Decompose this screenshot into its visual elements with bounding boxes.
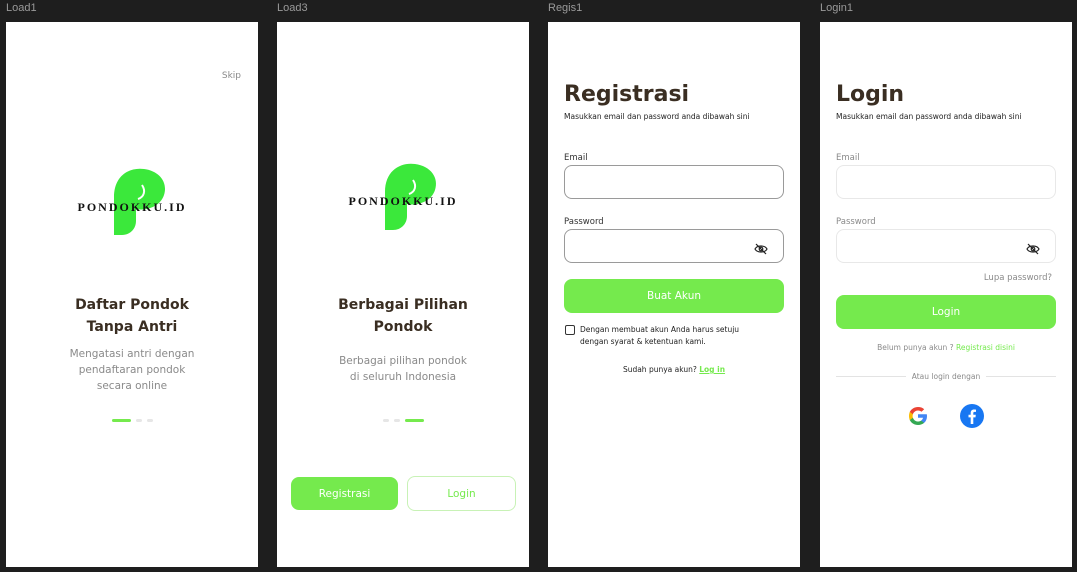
logo-text: PONDOKKU.ID (348, 194, 458, 208)
terms-text-line1: Dengan membuat akun Anda harus setuju (580, 325, 740, 334)
onboarding-title-line1: Berbagai Pilihan (338, 297, 468, 313)
page-dot (393, 419, 400, 422)
terms-text-line2: dengan syarat & ketentuan kami. (580, 337, 706, 346)
onboarding-desc-line2: pendaftaran pondok (78, 364, 186, 376)
google-icon[interactable] (905, 403, 931, 429)
facebook-icon[interactable] (959, 403, 985, 429)
page-indicator (277, 419, 529, 422)
frame-label-regis1: Regis1 (548, 2, 583, 14)
login-link[interactable]: Log in (699, 365, 725, 374)
frame-label-login1: Login1 (820, 2, 854, 14)
frame-label-load3: Load3 (277, 2, 308, 14)
onboarding-title-line1: Daftar Pondok (75, 297, 189, 313)
have-account-text: Sudah punya akun? (622, 365, 697, 374)
eye-off-icon[interactable] (1026, 240, 1040, 259)
email-field[interactable] (836, 165, 1056, 199)
email-label: Email (836, 153, 860, 163)
no-account-text: Belum punya akun ? (877, 343, 954, 352)
onboarding-title-line2: Pondok (373, 319, 433, 335)
email-label: Email (564, 153, 588, 163)
page-dot-active (404, 419, 424, 422)
page-title: Login (836, 82, 905, 107)
password-field[interactable] (564, 229, 784, 263)
onboarding-screen-1: Skip PONDOKKU.ID Daftar Pondok Tanpa Ant… (6, 22, 258, 567)
login-button[interactable]: Login (836, 295, 1056, 329)
password-label: Password (836, 217, 876, 227)
password-label: Password (564, 217, 604, 227)
password-field[interactable] (836, 229, 1056, 263)
social-divider: Atau login dengan (836, 372, 1057, 381)
registration-screen: Registrasi Masukkan email dan password a… (548, 22, 800, 567)
onboarding-desc-line1: Berbagai pilihan pondok (339, 355, 467, 367)
register-link[interactable]: Registrasi disini (956, 343, 1015, 352)
eye-off-icon[interactable] (754, 240, 768, 259)
page-dot (135, 419, 142, 422)
register-button[interactable]: Registrasi (291, 477, 398, 510)
divider-line (836, 376, 906, 377)
page-subtitle: Masukkan email dan password anda dibawah… (564, 112, 750, 121)
page-indicator (6, 419, 258, 422)
logo-text: PONDOKKU.ID (77, 200, 187, 214)
page-subtitle: Masukkan email dan password anda dibawah… (836, 112, 1022, 121)
onboarding-desc-line3: secara online (96, 380, 168, 392)
no-account-row: Belum punya akun ? Registrasi disini (820, 343, 1072, 352)
have-account-row: Sudah punya akun? Log in (548, 365, 800, 374)
login-screen: Login Masukkan email dan password anda d… (820, 22, 1072, 567)
page-dot-active (111, 419, 131, 422)
login-button[interactable]: Login (407, 476, 516, 511)
terms-checkbox[interactable] (565, 325, 575, 335)
email-field[interactable] (564, 165, 784, 199)
create-account-button[interactable]: Buat Akun (564, 279, 784, 313)
frame-label-load1: Load1 (6, 2, 37, 14)
terms-row: Dengan membuat akun Anda harus setuju de… (565, 324, 739, 348)
onboarding-desc-line2: di seluruh Indonesia (349, 371, 457, 383)
page-dot (382, 419, 389, 422)
divider-line (986, 376, 1057, 377)
page-title: Registrasi (564, 82, 690, 107)
onboarding-desc-line1: Mengatasi antri dengan (69, 348, 195, 360)
skip-link[interactable]: Skip (222, 71, 241, 81)
onboarding-title-line2: Tanpa Antri (86, 319, 178, 335)
divider-text: Atau login dengan (911, 372, 981, 381)
forgot-password-link[interactable]: Lupa password? (984, 273, 1052, 283)
onboarding-screen-3: PONDOKKU.ID Berbagai Pilihan Pondok Berb… (277, 22, 529, 567)
page-dot (146, 419, 153, 422)
